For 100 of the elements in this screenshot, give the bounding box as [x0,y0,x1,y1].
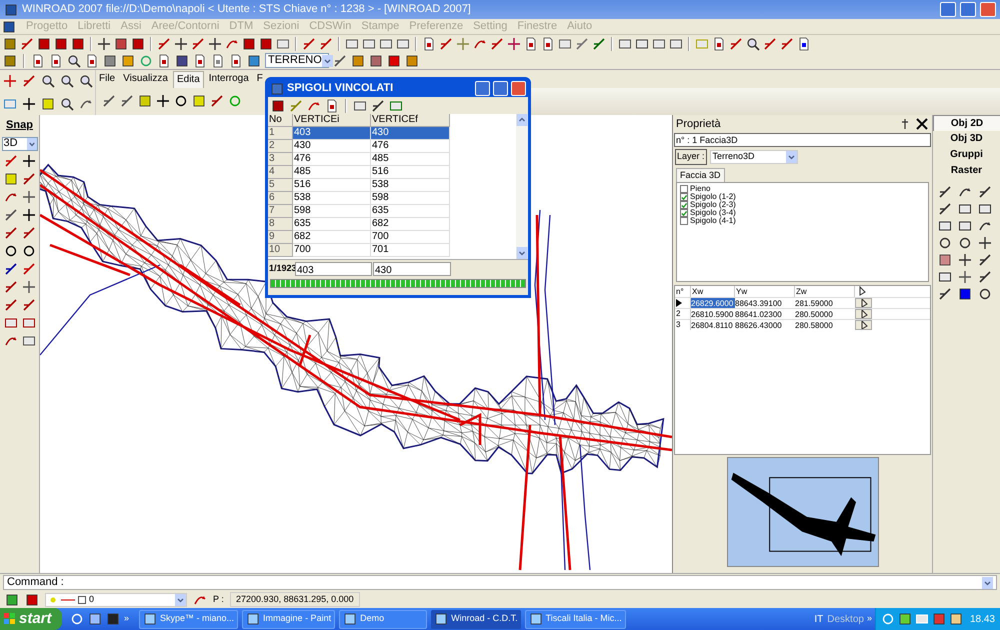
line-icon[interactable] [333,54,347,68]
start-button[interactable]: start [0,608,62,630]
table-row[interactable]: 1 403 430 [268,127,450,140]
square-icon[interactable] [4,172,18,186]
page-icon[interactable] [49,54,63,68]
line-icon[interactable] [4,262,18,276]
line-icon[interactable] [4,280,18,294]
command-field[interactable]: Command : [3,575,997,590]
table-row[interactable]: 6 538 598 [268,192,450,205]
line-icon[interactable] [938,185,952,199]
circle-icon[interactable] [938,236,952,250]
cross-icon[interactable] [22,280,36,294]
close-button[interactable] [980,2,996,17]
square-icon[interactable] [54,36,68,50]
cross-icon[interactable] [97,36,111,50]
pin-icon[interactable] [901,119,909,129]
zoom-icon[interactable] [60,96,74,111]
square-icon[interactable] [5,592,19,606]
line-icon[interactable] [191,36,205,50]
line-icon[interactable] [102,94,116,108]
page-icon[interactable] [157,54,171,68]
table-row[interactable]: 9 682 700 [268,231,450,244]
line-icon[interactable] [371,98,385,112]
frame-icon[interactable] [618,36,632,50]
pick-point-button[interactable] [855,320,872,330]
circle-icon[interactable] [978,287,992,301]
checkbox[interactable] [680,193,688,201]
square-icon[interactable] [131,36,145,50]
cross-icon[interactable] [22,190,36,204]
cross-icon[interactable] [958,270,972,284]
frame-icon[interactable] [22,316,36,330]
line-icon[interactable] [490,36,504,50]
zoom-icon[interactable] [67,54,81,68]
input-field[interactable]: 403 [295,262,372,276]
line-icon[interactable] [22,172,36,186]
checkbox[interactable] [680,185,688,193]
line-icon[interactable] [22,262,36,276]
table-row[interactable]: 3 476 485 [268,153,450,166]
table-row[interactable]: 5 516 538 [268,179,450,192]
pick-point-button[interactable] [855,298,872,308]
line-icon[interactable] [978,253,992,267]
cross-icon[interactable] [22,154,36,168]
cross-icon[interactable] [22,208,36,222]
circle-icon[interactable] [958,236,972,250]
circle-icon[interactable] [174,94,188,108]
object-tab[interactable]: Raster [933,163,1000,179]
square-icon[interactable] [247,54,261,68]
zoom-icon[interactable] [60,74,74,88]
scrollbar[interactable] [516,114,528,259]
frame-icon[interactable] [22,334,36,348]
page-icon[interactable] [325,98,339,112]
cross-icon[interactable] [978,236,992,250]
frame-icon[interactable] [353,98,367,112]
taskbar-button[interactable]: Immagine - Paint [242,610,336,628]
object-field[interactable]: n° : 1 Faccia3D [674,133,931,147]
line-icon[interactable] [22,298,36,312]
frame-icon[interactable] [4,316,18,330]
more-button[interactable]: » [124,612,130,626]
cross-icon[interactable] [208,36,222,50]
mode-select[interactable]: 3D [2,136,38,150]
page-icon[interactable] [712,36,726,50]
maximize-button[interactable] [493,81,508,96]
cross-icon[interactable] [156,94,170,108]
frame-icon[interactable] [362,36,376,50]
square-icon[interactable] [369,54,383,68]
square-icon[interactable] [114,36,128,50]
frame-icon[interactable] [635,36,649,50]
line-icon[interactable] [763,36,777,50]
square-icon[interactable] [138,94,152,108]
square-icon[interactable] [192,94,206,108]
minimize-button[interactable] [475,81,490,96]
line-icon[interactable] [729,36,743,50]
table-row[interactable]: 8 635 682 [268,218,450,231]
layer-button[interactable]: Layer : [675,149,707,165]
frame-icon[interactable] [379,36,393,50]
line-icon[interactable] [592,36,606,50]
checkbox[interactable] [680,217,688,225]
page-icon[interactable] [193,54,207,68]
page-icon[interactable] [541,36,555,50]
more-button[interactable]: » [864,612,875,626]
cross-icon[interactable] [174,36,188,50]
square-icon[interactable] [387,54,401,68]
zoom-icon[interactable] [746,36,760,50]
square-icon[interactable] [405,54,419,68]
line-icon[interactable] [938,287,952,301]
frame-icon[interactable] [938,219,952,233]
square-icon[interactable] [351,54,365,68]
circle-icon[interactable] [4,244,18,258]
table-row[interactable]: 7 598 635 [268,205,450,218]
square-icon[interactable] [103,54,117,68]
checkbox[interactable] [680,201,688,209]
square-icon[interactable] [958,287,972,301]
scroll-down-icon[interactable] [516,247,528,259]
checkbox[interactable] [680,209,688,217]
close-button[interactable] [511,81,526,96]
square-icon[interactable] [938,253,952,267]
object-tab[interactable]: Obj 2D [933,115,1000,131]
frame-icon[interactable] [558,36,572,50]
pick-point-button[interactable] [855,309,872,319]
page-icon[interactable] [422,36,436,50]
